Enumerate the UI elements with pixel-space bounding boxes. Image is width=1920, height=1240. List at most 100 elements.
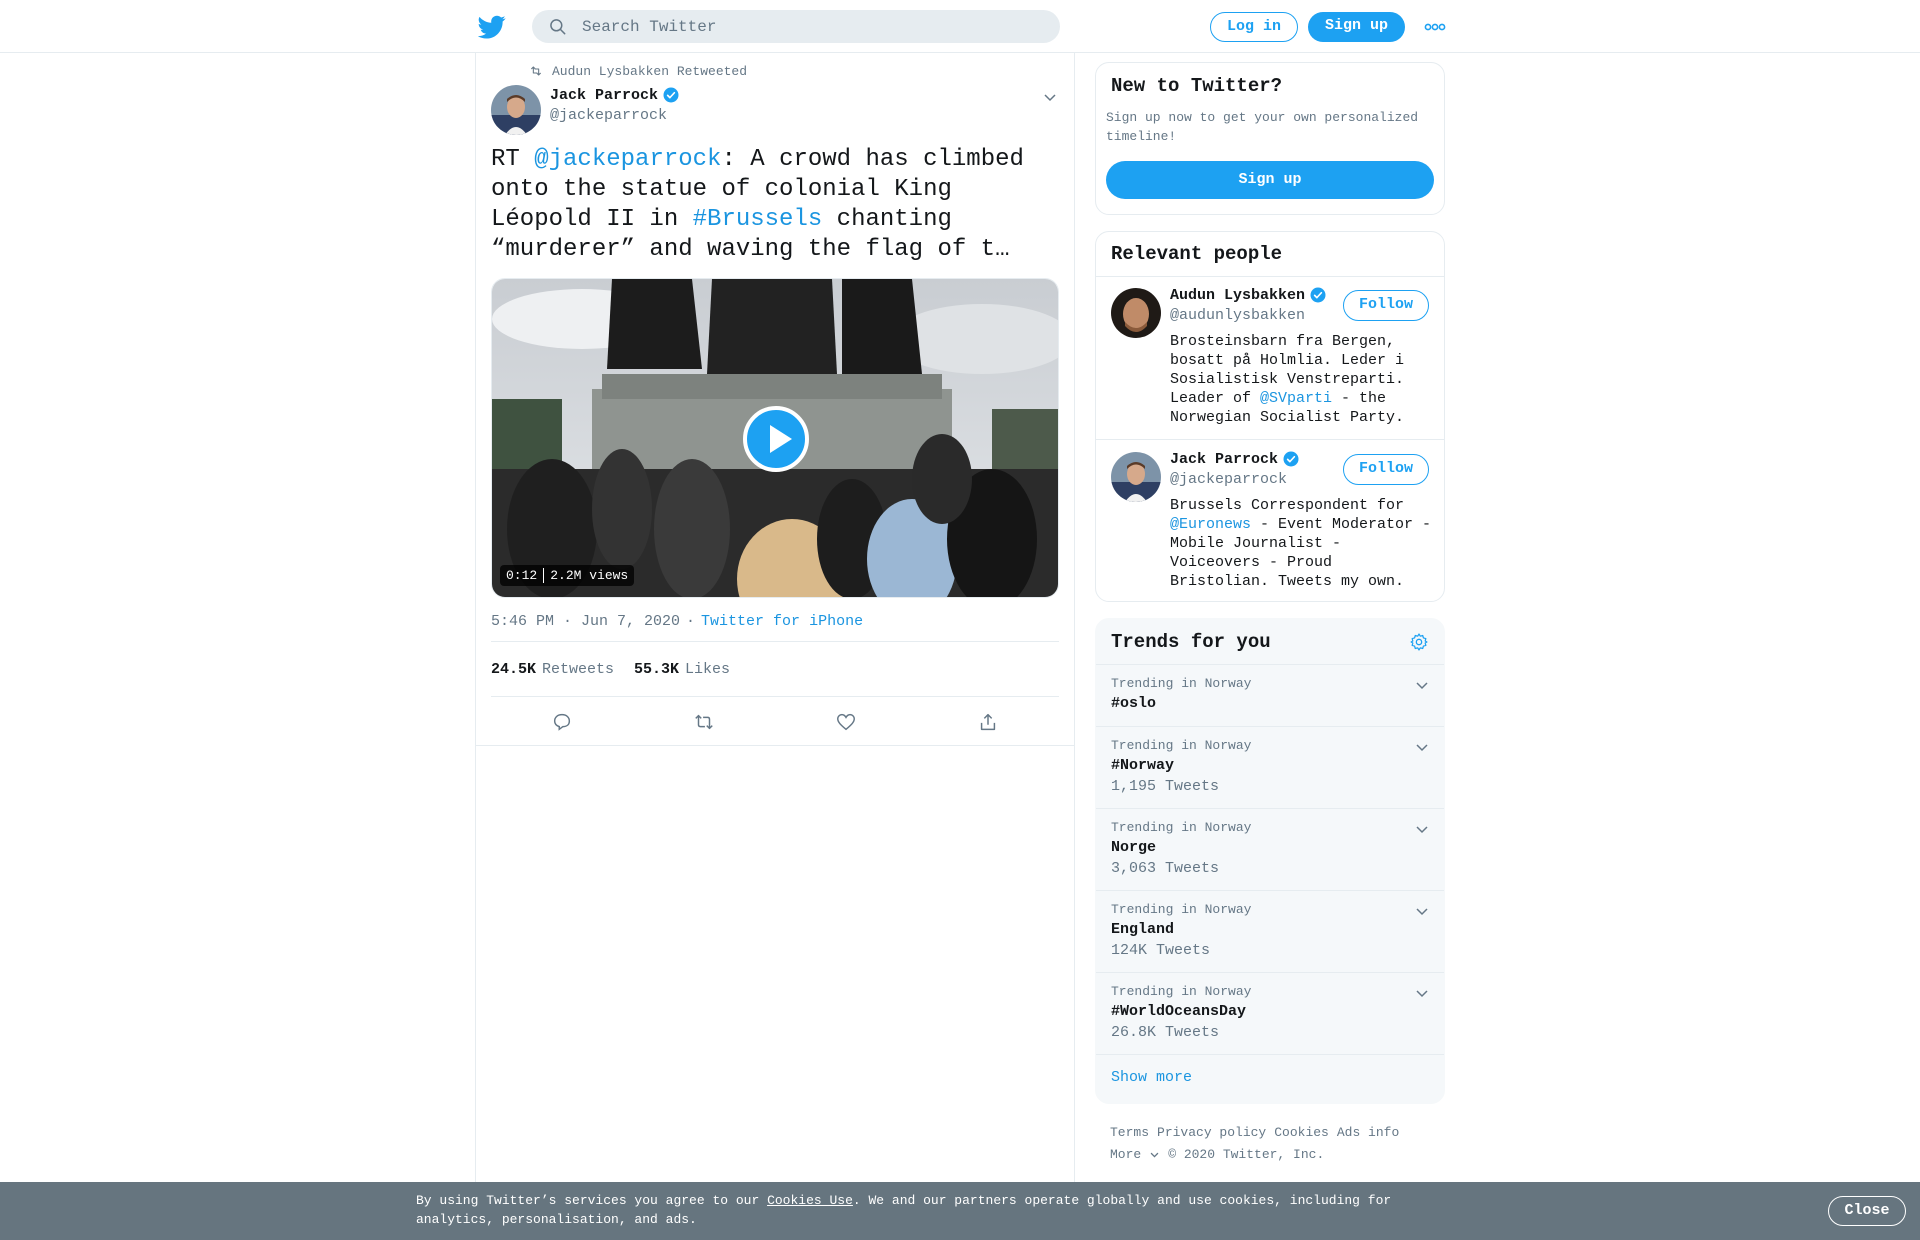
footer-copyright: © 2020 Twitter, Inc. <box>1168 1147 1325 1162</box>
chevron-down-icon[interactable] <box>1414 739 1430 755</box>
new-to-twitter-title: New to Twitter? <box>1111 75 1283 97</box>
chevron-down-icon <box>1150 1152 1159 1158</box>
hashtag-link[interactable]: #Brussels <box>693 206 823 233</box>
cookie-banner: By using Twitter’s services you agree to… <box>0 1182 1920 1240</box>
trend-item[interactable]: Trending in Norway England 124K Tweets <box>1096 891 1444 973</box>
footer-links: Terms Privacy policy Cookies Ads info More ©… <box>1110 1122 1440 1166</box>
trend-count: 3,063 Tweets <box>1111 860 1220 877</box>
new-to-twitter-card: New to Twitter? Sign up now to get your … <box>1095 62 1445 215</box>
trend-name[interactable]: #WorldOceansDay <box>1111 1003 1246 1020</box>
author-avatar[interactable] <box>491 85 541 135</box>
person-bio: Brussels Correspondent for @Euronews - E… <box>1170 496 1432 591</box>
signup-button[interactable]: Sign up <box>1308 12 1405 42</box>
video-meta-divider <box>543 568 545 583</box>
trend-item[interactable]: Trending in Norway #WorldOceansDay 26.8K… <box>1096 973 1444 1055</box>
show-more-link[interactable]: Show more <box>1111 1069 1192 1086</box>
search-icon <box>550 19 566 35</box>
footer-terms-link[interactable]: Terms <box>1110 1125 1149 1140</box>
tweet-time[interactable]: 5:46 PM · Jun 7, 2020 <box>491 613 680 630</box>
footer-row: Terms Privacy policy Cookies Ads info <box>1110 1122 1440 1144</box>
retweets-stat[interactable]: 24.5K Retweets <box>491 661 614 678</box>
chevron-down-icon[interactable] <box>1042 89 1058 105</box>
play-icon <box>770 425 792 453</box>
retweeted-by-label[interactable]: Audun Lysbakken Retweeted <box>552 64 747 79</box>
relevant-people-header: Relevant people <box>1096 232 1444 277</box>
person-bio-text: Brussels Correspondent for <box>1170 497 1405 514</box>
reply-icon[interactable] <box>551 711 573 733</box>
share-icon[interactable] <box>977 711 999 733</box>
close-button[interactable]: Close <box>1828 1196 1906 1226</box>
person-bio: Brosteinsbarn fra Bergen, bosatt på Holm… <box>1170 332 1432 427</box>
chevron-down-icon[interactable] <box>1414 677 1430 693</box>
chevron-down-icon[interactable] <box>1414 985 1430 1001</box>
video-player[interactable]: 0:12 2.2M views <box>491 278 1059 598</box>
bio-mention-link[interactable]: @SVparti <box>1260 390 1332 407</box>
person-name[interactable]: Audun Lysbakken <box>1170 287 1305 304</box>
trend-name[interactable]: #oslo <box>1111 695 1156 712</box>
likes-stat[interactable]: 55.3K Likes <box>634 661 730 678</box>
new-to-twitter-subtitle: Sign up now to get your own personalized… <box>1106 110 1419 144</box>
footer-privacy-link[interactable]: Privacy policy <box>1157 1125 1266 1140</box>
twitter-bird-icon[interactable] <box>478 13 506 41</box>
likes-label: Likes <box>685 661 731 678</box>
trend-name[interactable]: Norge <box>1111 839 1156 856</box>
follow-button[interactable]: Follow <box>1343 454 1429 485</box>
video-duration: 0:12 <box>506 568 538 583</box>
chevron-down-icon[interactable] <box>1414 821 1430 837</box>
trend-context: Trending in Norway <box>1111 984 1252 999</box>
trend-name[interactable]: #Norway <box>1111 757 1174 774</box>
chevron-down-icon[interactable] <box>1414 903 1430 919</box>
tweet-actions <box>491 711 1059 741</box>
verified-badge-icon <box>663 87 679 103</box>
trend-item[interactable]: Trending in Norway Norge 3,063 Tweets <box>1096 809 1444 891</box>
person-name[interactable]: Jack Parrock <box>1170 451 1278 468</box>
person-row[interactable]: Jack Parrock @jackeparrock Follow Brusse… <box>1096 441 1444 601</box>
tweet-text-prefix: RT <box>491 146 535 173</box>
trend-name[interactable]: England <box>1111 921 1174 938</box>
footer-more-link[interactable]: More <box>1110 1147 1160 1162</box>
person-name-row[interactable]: Audun Lysbakken <box>1170 286 1327 304</box>
play-button[interactable] <box>743 406 809 472</box>
top-bar: Log in Sign up <box>0 0 1920 53</box>
person-name-row[interactable]: Jack Parrock <box>1170 450 1300 468</box>
author-name-row[interactable]: Jack Parrock <box>550 86 680 104</box>
verified-badge-icon <box>1283 451 1299 467</box>
search-box[interactable] <box>532 10 1060 43</box>
mention-link[interactable]: @jackeparrock <box>534 146 721 173</box>
search-input[interactable] <box>582 10 1042 43</box>
trend-item[interactable]: Trending in Norway #Norway 1,195 Tweets <box>1096 727 1444 809</box>
author-handle[interactable]: @jackeparrock <box>550 107 680 124</box>
tweet-column: Audun Lysbakken Retweeted Jack Parrock @… <box>475 53 1075 1183</box>
cookies-use-link[interactable]: Cookies Use <box>767 1193 853 1208</box>
person-handle[interactable]: @jackeparrock <box>1170 471 1287 488</box>
divider <box>491 641 1059 642</box>
signup-button-large[interactable]: Sign up <box>1106 161 1434 199</box>
person-avatar[interactable] <box>1111 288 1161 338</box>
login-button[interactable]: Log in <box>1210 12 1298 42</box>
person-row[interactable]: Audun Lysbakken @audunlysbakken Follow B… <box>1096 277 1444 440</box>
retweets-label: Retweets <box>542 661 615 678</box>
divider <box>491 696 1059 697</box>
trend-context: Trending in Norway <box>1111 676 1252 691</box>
tweet-source-link[interactable]: Twitter for iPhone <box>701 613 863 630</box>
bio-mention-link[interactable]: @Euronews <box>1170 516 1251 533</box>
retweet-context: Audun Lysbakken Retweeted <box>528 63 747 79</box>
video-views: 2.2M views <box>550 568 629 583</box>
retweet-icon[interactable] <box>693 711 715 733</box>
footer-ads-link[interactable]: Ads info <box>1337 1125 1399 1140</box>
follow-button[interactable]: Follow <box>1343 290 1429 321</box>
person-avatar[interactable] <box>1111 452 1161 502</box>
author-name[interactable]: Jack Parrock <box>550 87 658 104</box>
trends-title: Trends for you <box>1111 631 1271 653</box>
trend-count: 124K Tweets <box>1111 942 1211 959</box>
footer-more-label: More <box>1110 1147 1142 1162</box>
trend-item[interactable]: Trending in Norway #oslo <box>1096 665 1444 727</box>
footer-cookies-link[interactable]: Cookies <box>1274 1125 1329 1140</box>
like-icon[interactable] <box>835 711 857 733</box>
trend-count: 26.8K Tweets <box>1111 1024 1220 1041</box>
more-dots-icon[interactable] <box>1424 20 1446 34</box>
gear-icon[interactable] <box>1409 632 1429 652</box>
tweet-text: RT @jackeparrock: A crowd has climbed on… <box>491 145 1061 265</box>
person-handle[interactable]: @audunlysbakken <box>1170 307 1305 324</box>
tweet-author[interactable]: Jack Parrock @jackeparrock <box>550 86 680 124</box>
